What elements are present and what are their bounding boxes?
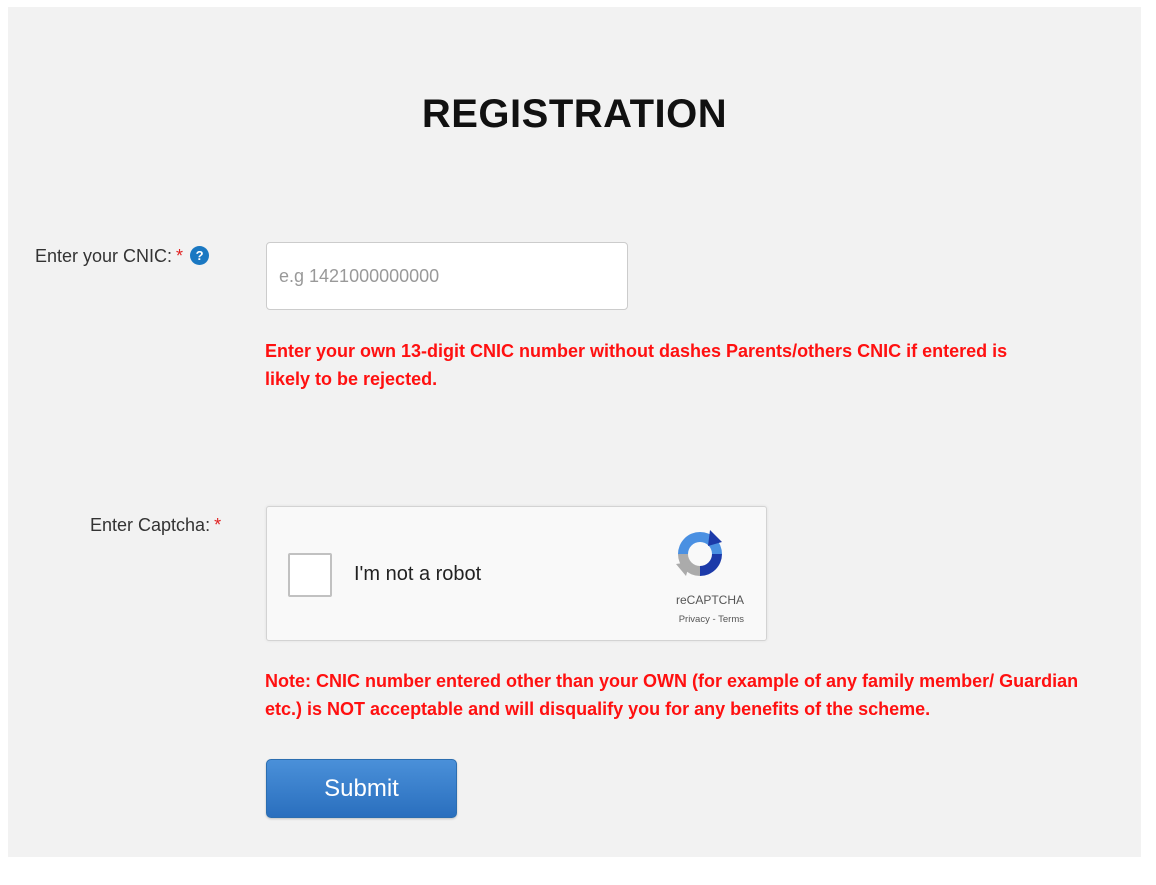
recaptcha-links: Privacy - Terms	[679, 614, 744, 625]
captcha-label-row: Enter Captcha: *	[90, 515, 221, 536]
terms-link[interactable]: Terms	[718, 614, 744, 625]
required-mark: *	[214, 515, 222, 535]
page-title: REGISTRATION	[421, 92, 728, 136]
required-mark: *	[176, 246, 184, 266]
cnic-warning: Enter your own 13-digit CNIC number with…	[265, 341, 1008, 389]
cnic-label-row: Enter your CNIC: *?	[35, 245, 210, 267]
captcha-label: Enter Captcha:	[90, 515, 211, 535]
submit-button[interactable]: Submit	[266, 759, 457, 818]
cnic-input[interactable]	[266, 242, 628, 310]
recaptcha-checkbox[interactable]	[288, 553, 332, 597]
recaptcha-widget: I'm not a robot reCAPTCHA Privacy - Term…	[266, 506, 767, 641]
recaptcha-brand: reCAPTCHA	[675, 593, 744, 607]
privacy-link[interactable]: Privacy	[679, 614, 710, 625]
recaptcha-logo-icon	[676, 530, 722, 576]
recaptcha-checkbox-label: I'm not a robot	[354, 563, 482, 585]
link-separator: -	[709, 614, 719, 625]
registration-panel: REGISTRATION Enter your CNIC:*? Enter yo…	[8, 7, 1141, 857]
cnic-label: Enter your CNIC:	[35, 246, 173, 266]
cnic-note: Note: CNIC number entered other than you…	[265, 671, 1079, 719]
question-circle-icon[interactable]: ?	[190, 245, 210, 265]
